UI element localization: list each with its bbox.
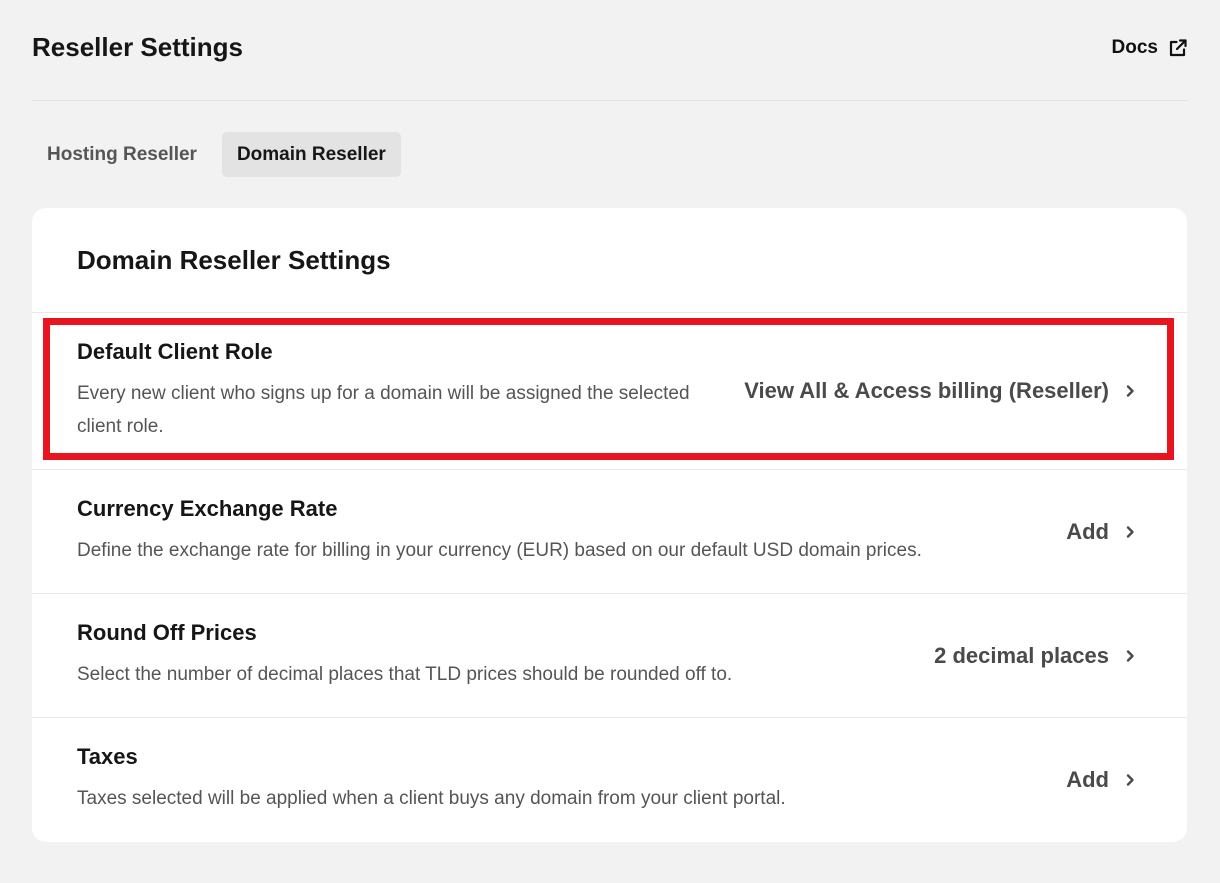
setting-title: Default Client Role — [77, 339, 273, 364]
page: Reseller Settings Docs Hosting Reseller … — [0, 0, 1220, 883]
setting-row-round-off-prices[interactable]: Round Off Prices Select the number of de… — [32, 594, 1187, 718]
chevron-right-icon — [1126, 525, 1134, 538]
card-title: Domain Reseller Settings — [77, 244, 391, 275]
chevron-right-icon — [1126, 649, 1134, 662]
card-header: Domain Reseller Settings — [32, 208, 1187, 313]
setting-row-currency-exchange-rate[interactable]: Currency Exchange Rate Define the exchan… — [32, 470, 1187, 594]
setting-title: Round Off Prices — [77, 620, 257, 645]
setting-description: Taxes selected will be applied when a cl… — [77, 788, 786, 809]
setting-value-label: Add — [1066, 518, 1109, 544]
setting-value[interactable]: Add — [1066, 519, 1137, 545]
tab-hosting-reseller[interactable]: Hosting Reseller — [32, 132, 212, 177]
setting-title: Currency Exchange Rate — [77, 496, 338, 521]
setting-title: Taxes — [77, 744, 138, 769]
setting-value-label: Add — [1066, 766, 1109, 792]
chevron-right-icon — [1126, 385, 1134, 397]
domain-reseller-settings-card: Domain Reseller Settings Default Client … — [32, 208, 1187, 842]
setting-text: Currency Exchange Rate Define the exchan… — [77, 496, 922, 567]
setting-description: Select the number of decimal places that… — [77, 664, 733, 685]
setting-description: Every new client who signs up for a doma… — [77, 383, 690, 437]
setting-value[interactable]: Add — [1066, 767, 1137, 793]
setting-text: Taxes Taxes selected will be applied whe… — [77, 744, 786, 815]
docs-link[interactable]: Docs — [1112, 37, 1188, 59]
setting-value-label: View All & Access billing (Reseller) — [744, 378, 1109, 403]
setting-value[interactable]: 2 decimal places — [934, 643, 1137, 669]
reseller-tabs: Hosting Reseller Domain Reseller — [32, 132, 1188, 177]
setting-description: Define the exchange rate for billing in … — [77, 540, 922, 561]
docs-label: Docs — [1111, 37, 1158, 58]
setting-text: Default Client Role Every new client who… — [77, 339, 717, 443]
setting-text: Round Off Prices Select the number of de… — [77, 620, 732, 691]
chevron-right-icon — [1126, 773, 1134, 786]
setting-value-label: 2 decimal places — [934, 642, 1109, 668]
top-bar: Reseller Settings Docs — [32, 0, 1188, 101]
setting-row-default-client-role[interactable]: Default Client Role Every new client who… — [32, 313, 1187, 470]
tab-domain-reseller[interactable]: Domain Reseller — [221, 132, 401, 177]
external-link-icon — [1169, 39, 1187, 57]
page-title: Reseller Settings — [32, 31, 243, 62]
setting-value[interactable]: View All & Access billing (Reseller) — [744, 378, 1137, 404]
setting-row-taxes[interactable]: Taxes Taxes selected will be applied whe… — [32, 718, 1187, 841]
